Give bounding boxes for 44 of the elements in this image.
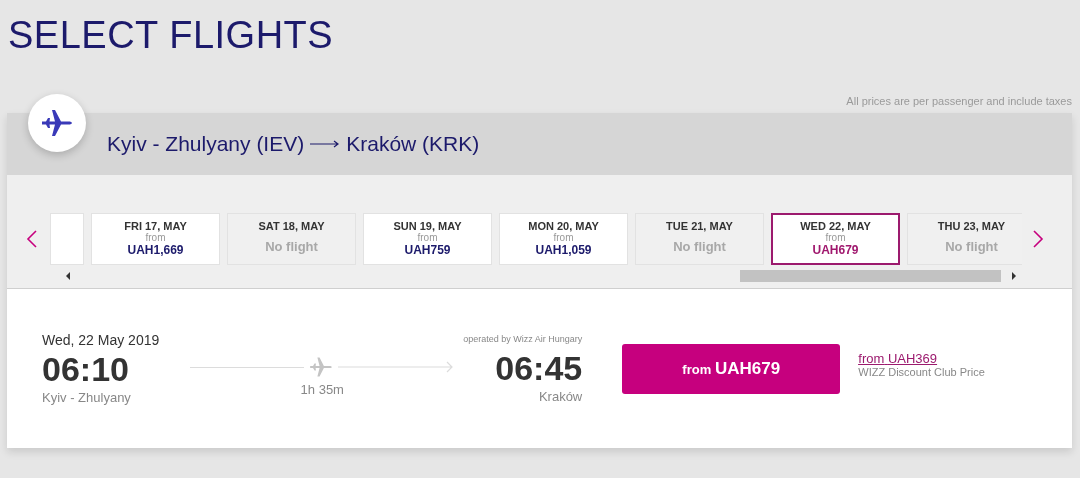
date-card[interactable]: TUE 21, MAY No flight bbox=[635, 213, 764, 265]
departure-time: 06:10 bbox=[42, 349, 130, 390]
arrival-time: 06:45 bbox=[495, 347, 583, 389]
scroll-right-icon[interactable] bbox=[1011, 272, 1017, 280]
scrollbar-thumb[interactable] bbox=[740, 270, 1001, 282]
from-label: from bbox=[553, 232, 574, 243]
date-card[interactable]: FRI 17, MAY from UAH1,669 bbox=[91, 213, 220, 265]
price-label: UAH1,669 bbox=[127, 243, 184, 257]
departure-city: Kyiv - Zhulyany bbox=[42, 390, 132, 405]
date-label: WED 22, MAY bbox=[800, 220, 871, 232]
club-price-label: WIZZ Discount Club Price bbox=[858, 366, 985, 378]
date-label: TUE 21, MAY bbox=[666, 220, 733, 232]
destination-airport: Kraków (KRK) bbox=[346, 132, 480, 156]
flight-date: Wed, 22 May 2019 bbox=[42, 332, 160, 348]
no-flight-label: No flight bbox=[945, 239, 998, 254]
from-label: from bbox=[417, 232, 438, 243]
page-title: SELECT FLIGHTS bbox=[7, 13, 335, 58]
operator-label: operated by Wizz Air Hungary bbox=[463, 333, 583, 344]
fare-button[interactable]: from UAH679 bbox=[622, 343, 841, 394]
from-label: from bbox=[825, 232, 846, 243]
date-card[interactable]: THU 23, MAY No flight bbox=[907, 213, 1022, 265]
date-card[interactable]: WED 22, MAY from UAH679 bbox=[771, 213, 900, 265]
price-note: All prices are per passenger and include taxes bbox=[846, 95, 1072, 109]
arrival-city: Kraków bbox=[538, 388, 583, 404]
price-label: UAH679 bbox=[812, 243, 859, 257]
date-label: THU 23, MAY bbox=[937, 220, 1006, 232]
arrow-icon bbox=[338, 361, 455, 373]
arrow-icon bbox=[310, 140, 341, 148]
date-label: FRI 17, MAY bbox=[124, 220, 187, 232]
scroll-left-icon[interactable] bbox=[65, 272, 71, 280]
no-flight-label: No flight bbox=[673, 239, 726, 254]
price-label: UAH1,059 bbox=[535, 243, 592, 257]
flight-duration: 1h 35m bbox=[300, 382, 344, 397]
date-label: MON 20, MAY bbox=[528, 220, 599, 232]
date-card[interactable]: MON 20, MAY from UAH1,059 bbox=[499, 213, 628, 265]
date-card[interactable]: SUN 19, MAY from UAH759 bbox=[363, 213, 492, 265]
from-label: from bbox=[145, 232, 166, 243]
date-label: SAT 18, MAY bbox=[258, 220, 325, 232]
club-price-link[interactable]: from UAH369 bbox=[858, 351, 985, 366]
no-flight-label: No flight bbox=[265, 239, 318, 254]
date-label: SUN 19, MAY bbox=[393, 220, 462, 232]
price-label: UAH759 bbox=[404, 243, 451, 257]
date-card[interactable]: SAT 18, MAY No flight bbox=[227, 213, 356, 265]
origin-airport: Kyiv - Zhulyany (IEV) bbox=[107, 132, 305, 156]
